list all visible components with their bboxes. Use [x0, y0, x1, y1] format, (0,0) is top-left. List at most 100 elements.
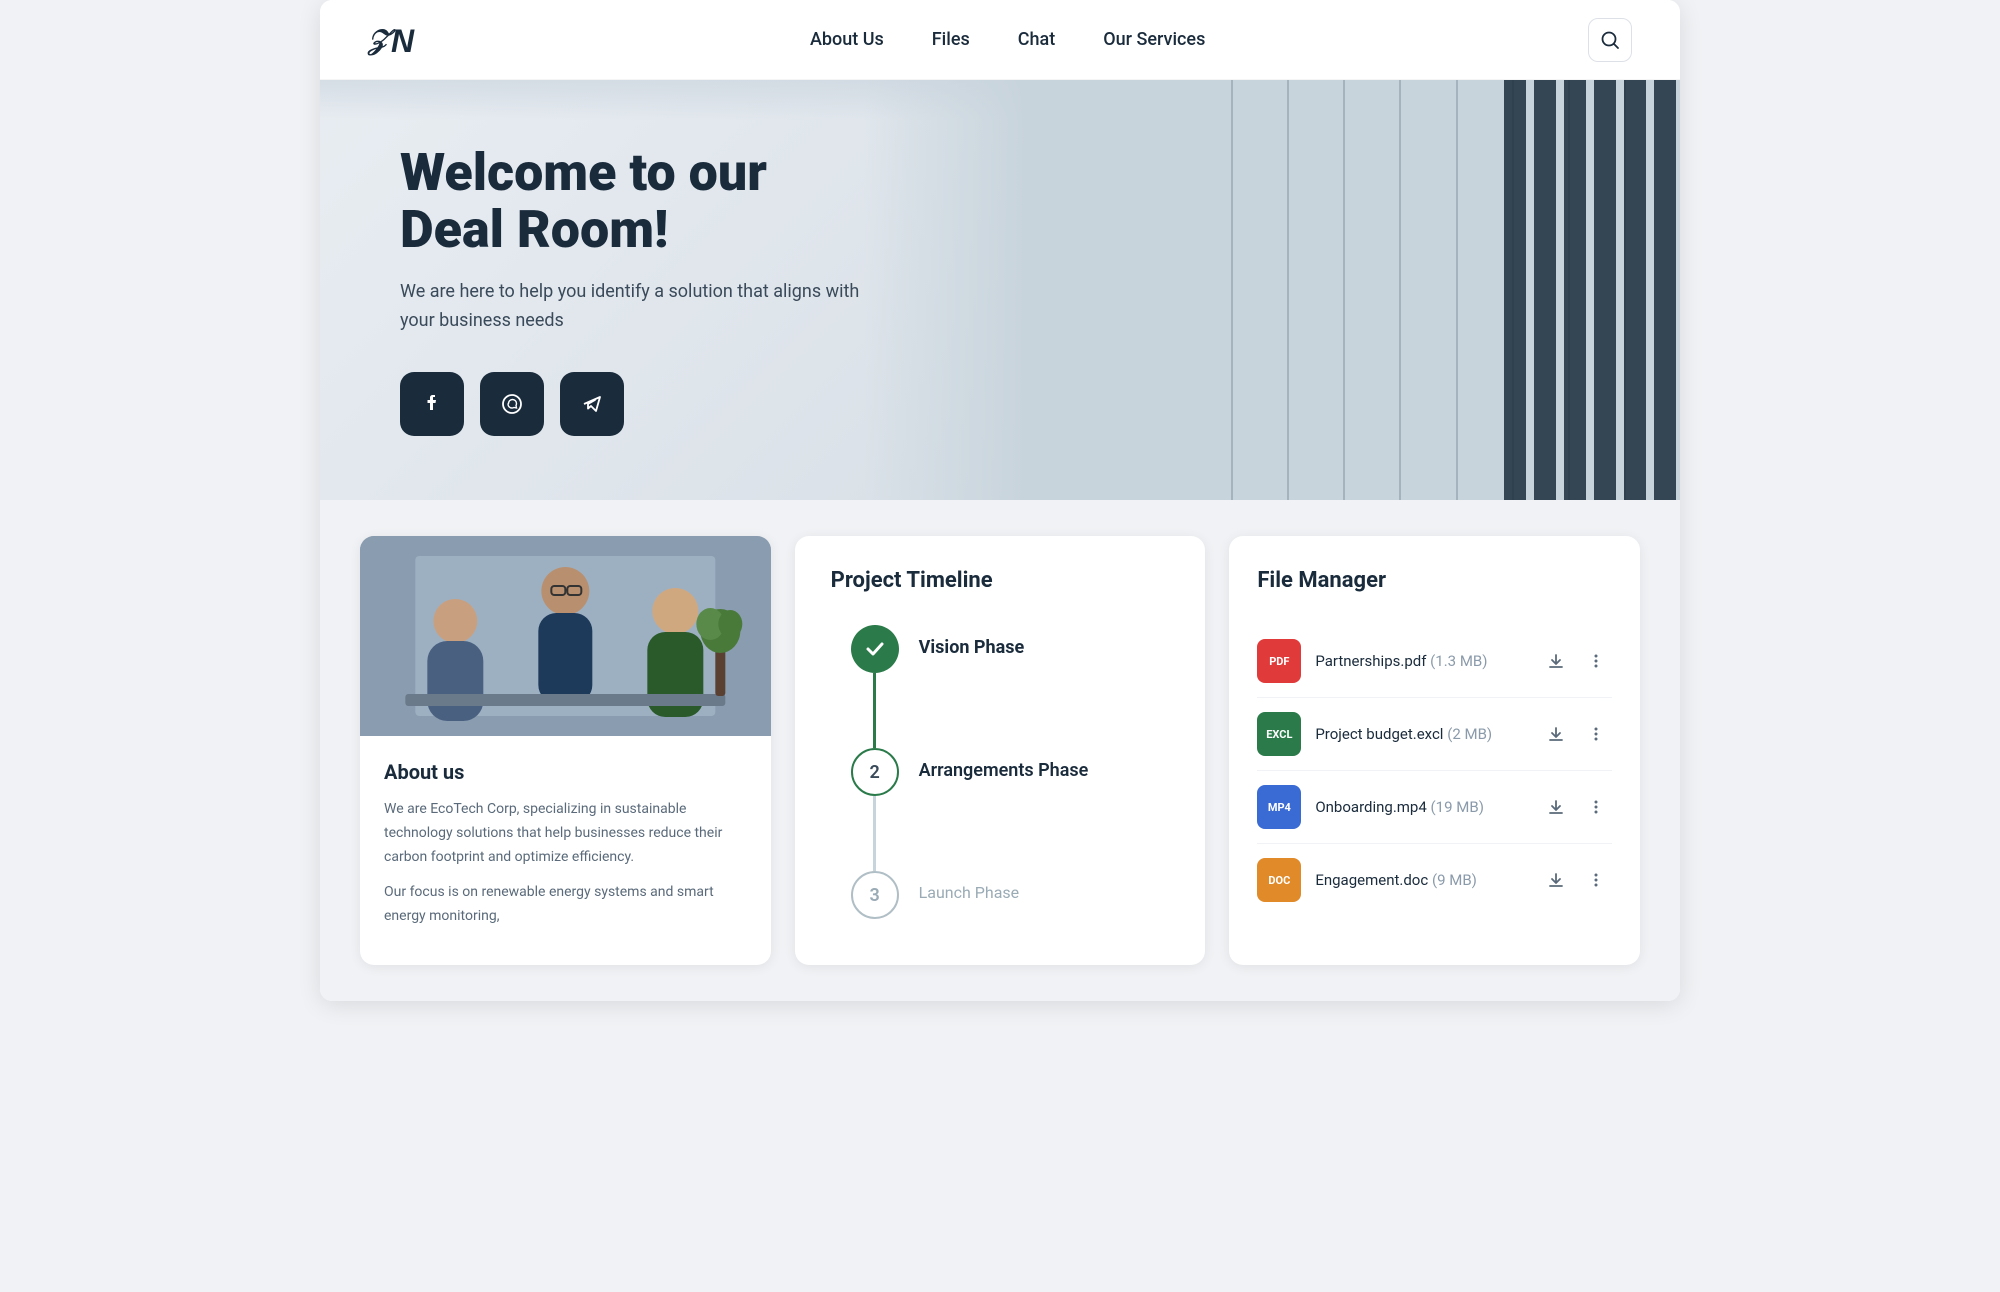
more-icon: [1587, 798, 1605, 816]
file-icon-label-excl: EXCL: [1266, 728, 1292, 741]
timeline: Vision Phase 2 Arrangements Phase: [831, 625, 1170, 919]
timeline-label-launch: Launch Phase: [919, 871, 1019, 902]
svg-text:N: N: [391, 23, 415, 59]
file-name-doc: Engagement.doc (9 MB): [1315, 871, 1526, 889]
more-btn-doc[interactable]: [1580, 864, 1612, 896]
file-icon-label-mp4: MP4: [1268, 801, 1291, 814]
hero-subtitle: We are here to help you identify a solut…: [400, 278, 880, 336]
hero-background: [864, 80, 1680, 500]
download-btn-mp4[interactable]: [1540, 791, 1572, 823]
timeline-label-arrangements: Arrangements Phase: [919, 748, 1089, 781]
nav-item-about[interactable]: About Us: [810, 29, 884, 50]
timeline-connector-1: [851, 625, 899, 748]
logo[interactable]: 𝒵 N: [368, 20, 427, 60]
timeline-line-1: [873, 673, 876, 748]
file-item-excl: EXCL Project budget.excl (2 MB): [1257, 698, 1612, 771]
search-icon: [1600, 30, 1620, 50]
timeline-connector-2: 2: [851, 748, 899, 871]
more-btn-pdf[interactable]: [1580, 645, 1612, 677]
facebook-button[interactable]: [400, 372, 464, 436]
timeline-item-3: 3 Launch Phase: [851, 871, 1170, 919]
file-icon-label-pdf: PDF: [1269, 655, 1289, 668]
more-btn-mp4[interactable]: [1580, 791, 1612, 823]
logo-icon: N: [387, 20, 427, 60]
whatsapp-button[interactable]: [480, 372, 544, 436]
nav-link-services[interactable]: Our Services: [1103, 29, 1205, 50]
more-btn-excl[interactable]: [1580, 718, 1612, 750]
file-actions-excl: [1540, 718, 1612, 750]
timeline-card: Project Timeline Vision Phase: [795, 536, 1206, 965]
launch-phase-label: Launch Phase: [919, 883, 1019, 902]
vision-phase-label: Vision Phase: [919, 637, 1025, 658]
people-illustration: [360, 536, 771, 736]
files-card: File Manager PDF Partnerships.pdf (1.3 M…: [1229, 536, 1640, 965]
download-icon: [1547, 798, 1565, 816]
telegram-button[interactable]: [560, 372, 624, 436]
grid-col-3: [1343, 80, 1399, 500]
timeline-dot-number-2: 2: [870, 762, 880, 783]
download-icon: [1547, 725, 1565, 743]
about-image: [360, 536, 771, 736]
download-icon: [1547, 871, 1565, 889]
timeline-dot-arrangements: 2: [851, 748, 899, 796]
timeline-dot-launch: 3: [851, 871, 899, 919]
about-text-2: Our focus is on renewable energy systems…: [384, 881, 747, 929]
file-item-mp4: MP4 Onboarding.mp4 (19 MB): [1257, 771, 1612, 844]
download-btn-excl[interactable]: [1540, 718, 1572, 750]
nav-item-chat[interactable]: Chat: [1018, 29, 1055, 50]
file-actions-pdf: [1540, 645, 1612, 677]
file-name-mp4: Onboarding.mp4 (19 MB): [1315, 798, 1526, 816]
file-name-pdf: Partnerships.pdf (1.3 MB): [1315, 652, 1526, 670]
nav-item-services[interactable]: Our Services: [1103, 29, 1205, 50]
more-icon: [1587, 725, 1605, 743]
whatsapp-icon: [499, 391, 525, 417]
grid-col-4: [1399, 80, 1455, 500]
check-icon: [864, 638, 886, 660]
timeline-label-vision: Vision Phase: [919, 625, 1025, 658]
file-icon-pdf: PDF: [1257, 639, 1301, 683]
search-button[interactable]: [1588, 18, 1632, 62]
file-icon-label-doc: DOC: [1268, 874, 1290, 887]
file-actions-mp4: [1540, 791, 1612, 823]
nav-links: About Us Files Chat Our Services: [810, 29, 1205, 50]
timeline-dot-vision: [851, 625, 899, 673]
grid-col-2: [1287, 80, 1343, 500]
file-icon-excl: EXCL: [1257, 712, 1301, 756]
files-title: File Manager: [1257, 568, 1612, 593]
navbar: 𝒵 N About Us Files Chat Our Services: [320, 0, 1680, 80]
timeline-item-1: Vision Phase: [851, 625, 1170, 748]
hero-content: Welcome to our Deal Room! We are here to…: [320, 144, 960, 436]
hero-dark-bars: [1500, 80, 1680, 500]
nav-link-about[interactable]: About Us: [810, 29, 884, 50]
nav-link-chat[interactable]: Chat: [1018, 29, 1055, 50]
timeline-item-2: 2 Arrangements Phase: [851, 748, 1170, 871]
file-icon-doc: DOC: [1257, 858, 1301, 902]
download-icon: [1547, 652, 1565, 670]
telegram-icon: [579, 391, 605, 417]
page-wrapper: 𝒵 N About Us Files Chat Our Services: [320, 0, 1680, 1001]
hero-title: Welcome to our Deal Room!: [400, 144, 880, 258]
about-card: About us We are EcoTech Corp, specializi…: [360, 536, 771, 965]
about-body: About us We are EcoTech Corp, specializi…: [360, 736, 771, 965]
more-icon: [1587, 652, 1605, 670]
file-icon-mp4: MP4: [1257, 785, 1301, 829]
main-content: About us We are EcoTech Corp, specializi…: [320, 500, 1680, 1001]
nav-link-files[interactable]: Files: [932, 29, 970, 50]
hero-section: Welcome to our Deal Room! We are here to…: [320, 80, 1680, 500]
about-title: About us: [384, 760, 747, 784]
file-item-doc: DOC Engagement.doc (9 MB): [1257, 844, 1612, 916]
arrangements-phase-label: Arrangements Phase: [919, 760, 1089, 781]
timeline-line-2: [873, 796, 876, 871]
download-btn-doc[interactable]: [1540, 864, 1572, 896]
about-text-1: We are EcoTech Corp, specializing in sus…: [384, 798, 747, 869]
hero-social-buttons: [400, 372, 880, 436]
grid-col-1: [1231, 80, 1287, 500]
file-actions-doc: [1540, 864, 1612, 896]
download-btn-pdf[interactable]: [1540, 645, 1572, 677]
timeline-dot-number-3: 3: [870, 885, 880, 906]
logo-text: 𝒵: [368, 23, 387, 57]
timeline-connector-3: 3: [851, 871, 899, 919]
more-icon: [1587, 871, 1605, 889]
file-name-excl: Project budget.excl (2 MB): [1315, 725, 1526, 743]
nav-item-files[interactable]: Files: [932, 29, 970, 50]
